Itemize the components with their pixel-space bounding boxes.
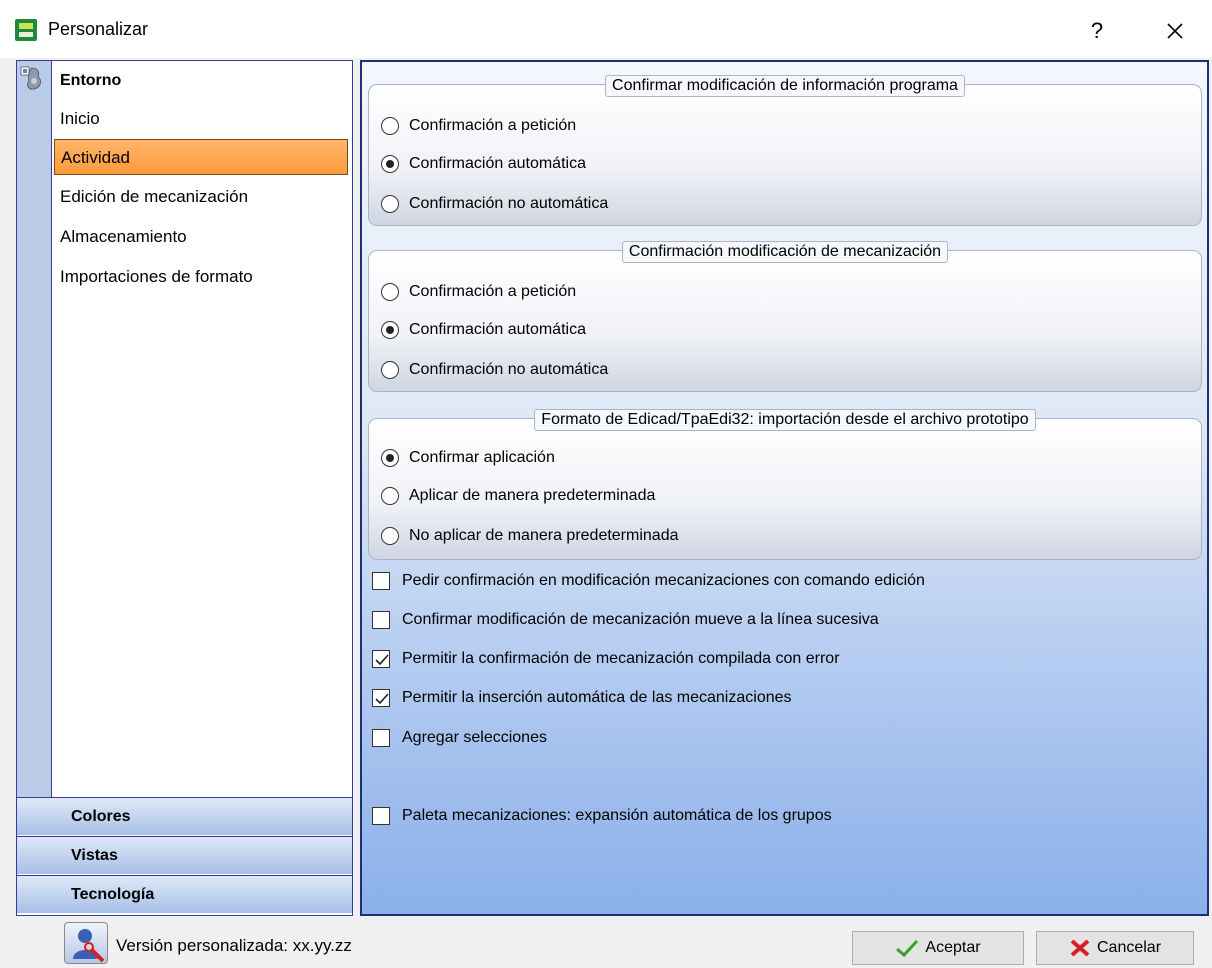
sidebar-strip xyxy=(17,61,52,797)
radio-label: Confirmación a petición xyxy=(409,117,577,134)
checkbox-paleta-expansion[interactable]: Paleta mecanizaciones: expansión automát… xyxy=(372,803,832,829)
close-button[interactable] xyxy=(1158,14,1192,48)
checkbox-label: Permitir la inserción automática de las … xyxy=(402,689,792,706)
entorno-icon xyxy=(20,66,42,90)
radio-label: Aplicar de manera predeterminada xyxy=(409,487,656,504)
checkbox-insercion-automatica[interactable]: Permitir la inserción automática de las … xyxy=(372,685,792,711)
cancel-button[interactable]: Cancelar xyxy=(1036,931,1194,965)
radio-label: Confirmar aplicación xyxy=(409,449,555,466)
radio-button[interactable] xyxy=(381,527,399,545)
group-mecanizacion: Confirmación modificación de mecanizació… xyxy=(368,241,1202,392)
checkmark-icon xyxy=(375,693,389,705)
checkbox[interactable] xyxy=(372,572,390,590)
checkbox[interactable] xyxy=(372,650,390,668)
radio-button[interactable] xyxy=(381,155,399,173)
checkbox-label: Confirmar modificación de mecanización m… xyxy=(402,611,879,628)
app-icon xyxy=(15,19,37,41)
checkbox-compilada-error[interactable]: Permitir la confirmación de mecanización… xyxy=(372,646,840,672)
radio-button[interactable] xyxy=(381,283,399,301)
help-button[interactable]: ? xyxy=(1082,14,1112,48)
radio-button[interactable] xyxy=(381,487,399,505)
accept-button[interactable]: Aceptar xyxy=(852,931,1024,965)
radio-option[interactable]: Confirmación no automática xyxy=(381,357,608,383)
radio-label: No aplicar de manera predeterminada xyxy=(409,527,679,544)
checkbox-label: Agregar selecciones xyxy=(402,729,547,746)
checkbox-agregar-selecciones[interactable]: Agregar selecciones xyxy=(372,725,547,751)
radio-option[interactable]: Confirmación a petición xyxy=(381,113,576,139)
cancel-label: Cancelar xyxy=(1096,939,1162,956)
radio-button[interactable] xyxy=(381,321,399,339)
checkbox[interactable] xyxy=(372,729,390,747)
checkbox-mueve-linea[interactable]: Confirmar modificación de mecanización m… xyxy=(372,607,879,633)
radio-option[interactable]: Aplicar de manera predeterminada xyxy=(381,483,655,509)
radio-option[interactable]: Confirmar aplicación xyxy=(381,445,555,471)
checkmark-icon xyxy=(375,654,389,666)
sidebar-item-edicion-mecanizacion[interactable]: Edición de mecanización xyxy=(54,179,348,215)
radio-option[interactable]: Confirmación automática xyxy=(381,151,586,177)
radio-option[interactable]: Confirmación no automática xyxy=(381,191,608,217)
checkbox-label: Paleta mecanizaciones: expansión automát… xyxy=(402,807,832,824)
radio-label: Confirmación no automática xyxy=(409,361,609,378)
title-bar: Personalizar ? xyxy=(0,0,1212,58)
sidebar-item-inicio[interactable]: Inicio xyxy=(54,101,348,137)
radio-label: Confirmación no automática xyxy=(409,195,609,212)
radio-button[interactable] xyxy=(381,195,399,213)
accept-label: Aceptar xyxy=(925,939,981,956)
version-text: Versión personalizada: xx.yy.zz xyxy=(116,936,352,955)
group-title: Formato de Edicad/TpaEdi32: importación … xyxy=(534,409,1036,431)
window-title: Personalizar xyxy=(48,19,149,39)
group-programa: Confirmar modificación de información pr… xyxy=(368,75,1202,226)
checkbox-label: Pedir confirmación en modificación mecan… xyxy=(402,572,925,589)
radio-option[interactable]: Confirmación automática xyxy=(381,317,586,343)
checkbox-label: Permitir la confirmación de mecanización… xyxy=(402,650,840,667)
checkbox[interactable] xyxy=(372,689,390,707)
sidebar-item-almacenamiento[interactable]: Almacenamiento xyxy=(54,219,348,255)
radio-button[interactable] xyxy=(381,117,399,135)
sidebar-item-actividad[interactable]: Actividad xyxy=(54,139,348,175)
group-title: Confirmación modificación de mecanizació… xyxy=(621,241,949,263)
radio-label: Confirmación automática xyxy=(409,321,586,338)
radio-button[interactable] xyxy=(381,449,399,467)
radio-option[interactable]: Confirmación a petición xyxy=(381,279,576,305)
sidebar-item-importaciones[interactable]: Importaciones de formato xyxy=(54,259,348,295)
x-mark-icon xyxy=(1070,939,1090,957)
group-title: Confirmar modificación de información pr… xyxy=(605,75,965,97)
checkbox-pedir-confirmacion[interactable]: Pedir confirmación en modificación mecan… xyxy=(372,568,925,594)
radio-label: Confirmación a petición xyxy=(409,283,577,300)
sidebar: Entorno Inicio Actividad Edición de meca… xyxy=(16,60,353,916)
radio-option[interactable]: No aplicar de manera predeterminada xyxy=(381,523,678,549)
section-colores[interactable]: Colores xyxy=(17,797,352,835)
checkmark-icon xyxy=(896,939,919,958)
group-formato: Formato de Edicad/TpaEdi32: importación … xyxy=(368,409,1202,560)
radio-button[interactable] xyxy=(381,361,399,379)
section-vistas[interactable]: Vistas xyxy=(17,836,352,874)
checkbox[interactable] xyxy=(372,611,390,629)
user-settings-icon xyxy=(64,922,108,964)
settings-panel: Confirmar modificación de información pr… xyxy=(360,60,1209,916)
radio-label: Confirmación automática xyxy=(409,155,586,172)
close-icon xyxy=(1167,23,1183,39)
section-tecnologia[interactable]: Tecnología xyxy=(17,875,352,913)
sidebar-title: Entorno xyxy=(60,72,122,89)
checkbox[interactable] xyxy=(372,807,390,825)
